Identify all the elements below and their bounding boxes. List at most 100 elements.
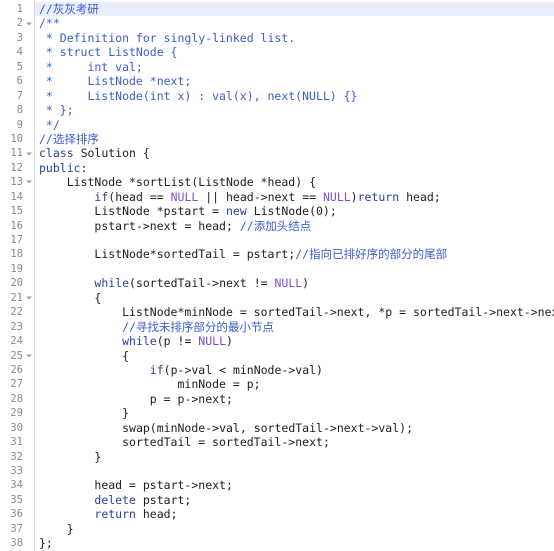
code-line-17[interactable]: [35, 233, 554, 247]
gutter-line-36[interactable]: 36: [0, 507, 34, 521]
gutter-line-20[interactable]: 20: [0, 276, 34, 290]
gutter-line-10[interactable]: 10: [0, 132, 34, 146]
code-line-1[interactable]: //灰灰考研: [35, 2, 554, 17]
gutter-line-26[interactable]: 26: [0, 363, 34, 377]
code-line-6[interactable]: * ListNode *next;: [35, 74, 554, 88]
fold-triangle-down-icon[interactable]: [25, 294, 32, 301]
gutter-line-18[interactable]: 18: [0, 247, 34, 261]
fold-triangle-down-icon[interactable]: [25, 150, 32, 157]
gutter-line-11[interactable]: 11: [0, 146, 34, 160]
fold-triangle-down-icon[interactable]: [25, 20, 32, 27]
code-line-28[interactable]: p = p->next;: [35, 392, 554, 406]
gutter-line-28[interactable]: 28: [0, 392, 34, 406]
code-line-30[interactable]: swap(minNode->val, sortedTail->next->val…: [35, 421, 554, 435]
gutter-line-17[interactable]: 17: [0, 233, 34, 247]
gutter-line-33[interactable]: 33: [0, 464, 34, 478]
gutter-line-30[interactable]: 30: [0, 421, 34, 435]
code-line-10[interactable]: //选择排序: [35, 132, 554, 146]
code-line-29[interactable]: }: [35, 406, 554, 420]
gutter-line-7[interactable]: 7: [0, 89, 34, 103]
line-number: 9: [16, 118, 23, 131]
code-line-13[interactable]: ListNode *sortList(ListNode *head) {: [35, 175, 554, 189]
gutter-line-21[interactable]: 21: [0, 291, 34, 305]
code-line-16[interactable]: pstart->next = head; //添加头结点: [35, 219, 554, 233]
code-line-14[interactable]: if(head == NULL || head->next == NULL)re…: [35, 190, 554, 204]
line-number: 3: [16, 31, 23, 44]
code-line-18[interactable]: ListNode*sortedTail = pstart;//指向已排好序的部分…: [35, 247, 554, 261]
code-line-38[interactable]: };: [35, 536, 554, 550]
code-line-33[interactable]: [35, 464, 554, 478]
code-line-21[interactable]: {: [35, 291, 554, 305]
code-editor[interactable]: 1 2 3 4 5 6 7 8 9 10 11 12 13 14 15 16 17 18 19 20 21 22 23 24 2…: [0, 0, 554, 551]
gutter-line-12[interactable]: 12: [0, 161, 34, 175]
line-number: 38: [10, 537, 23, 550]
code-content-area[interactable]: //灰灰考研/** * Definition for singly-linked…: [35, 0, 554, 551]
gutter-line-25[interactable]: 25: [0, 349, 34, 363]
code-line-3[interactable]: * Definition for singly-linked list.: [35, 31, 554, 45]
code-line-36[interactable]: return head;: [35, 507, 554, 521]
code-line-37[interactable]: }: [35, 522, 554, 536]
gutter-line-29[interactable]: 29: [0, 406, 34, 420]
gutter-line-35[interactable]: 35: [0, 493, 34, 507]
gutter-line-2[interactable]: 2: [0, 16, 34, 30]
gutter-line-23[interactable]: 23: [0, 320, 34, 334]
gutter-line-3[interactable]: 3: [0, 31, 34, 45]
gutter-line-5[interactable]: 5: [0, 60, 34, 74]
gutter-line-24[interactable]: 24: [0, 334, 34, 348]
gutter-line-9[interactable]: 9: [0, 118, 34, 132]
code-line-2[interactable]: /**: [35, 16, 554, 30]
line-number: 25: [10, 349, 23, 362]
code-line-7[interactable]: * ListNode(int x) : val(x), next(NULL) {…: [35, 89, 554, 103]
code-line-32[interactable]: }: [35, 450, 554, 464]
line-number: 14: [10, 190, 23, 203]
gutter-line-8[interactable]: 8: [0, 103, 34, 117]
gutter-line-13[interactable]: 13: [0, 175, 34, 189]
gutter-line-37[interactable]: 37: [0, 522, 34, 536]
gutter-line-16[interactable]: 16: [0, 219, 34, 233]
gutter-line-32[interactable]: 32: [0, 450, 34, 464]
line-number: 31: [10, 436, 23, 449]
line-number: 2: [16, 17, 23, 30]
code-line-11[interactable]: class Solution {: [35, 146, 554, 160]
gutter-line-6[interactable]: 6: [0, 74, 34, 88]
code-line-15[interactable]: ListNode *pstart = new ListNode(0);: [35, 204, 554, 218]
gutter-line-19[interactable]: 19: [0, 262, 34, 276]
line-number: 12: [10, 161, 23, 174]
line-number: 13: [10, 176, 23, 189]
gutter-line-4[interactable]: 4: [0, 45, 34, 59]
code-line-8[interactable]: * };: [35, 103, 554, 117]
code-line-12[interactable]: public:: [35, 161, 554, 175]
code-line-9[interactable]: */: [35, 118, 554, 132]
line-number: 16: [10, 219, 23, 232]
line-number: 33: [10, 465, 23, 477]
code-line-4[interactable]: * struct ListNode {: [35, 45, 554, 59]
code-line-34[interactable]: head = pstart->next;: [35, 478, 554, 492]
code-line-35[interactable]: delete pstart;: [35, 493, 554, 507]
code-line-20[interactable]: while(sortedTail->next != NULL): [35, 276, 554, 290]
code-line-19[interactable]: [35, 262, 554, 276]
line-number: 7: [16, 89, 23, 102]
fold-triangle-down-icon[interactable]: [25, 352, 32, 359]
gutter-line-22[interactable]: 22: [0, 305, 34, 319]
code-line-25[interactable]: {: [35, 349, 554, 363]
line-number: 29: [10, 407, 23, 420]
code-line-24[interactable]: while(p != NULL): [35, 334, 554, 348]
code-line-31[interactable]: sortedTail = sortedTail->next;: [35, 435, 554, 449]
gutter-line-27[interactable]: 27: [0, 377, 34, 391]
code-line-27[interactable]: minNode = p;: [35, 377, 554, 391]
fold-triangle-down-icon[interactable]: [25, 179, 32, 186]
gutter-line-14[interactable]: 14: [0, 190, 34, 204]
code-line-5[interactable]: * int val;: [35, 60, 554, 74]
code-line-22[interactable]: ListNode*minNode = sortedTail->next, *p …: [35, 305, 554, 319]
gutter-line-38[interactable]: 38: [0, 536, 34, 550]
line-number: 4: [16, 46, 23, 59]
line-number: 35: [10, 493, 23, 506]
code-line-23[interactable]: //寻找未排序部分的最小节点: [35, 320, 554, 334]
line-number: 18: [10, 248, 23, 261]
gutter-line-34[interactable]: 34: [0, 478, 34, 492]
gutter-line-1[interactable]: 1: [0, 2, 34, 16]
code-line-26[interactable]: if(p->val < minNode->val): [35, 363, 554, 377]
gutter-line-15[interactable]: 15: [0, 204, 34, 218]
line-number-gutter[interactable]: 1 2 3 4 5 6 7 8 9 10 11 12 13 14 15 16 17 18 19 20 21 22 23 24 2…: [0, 0, 35, 551]
gutter-line-31[interactable]: 31: [0, 435, 34, 449]
